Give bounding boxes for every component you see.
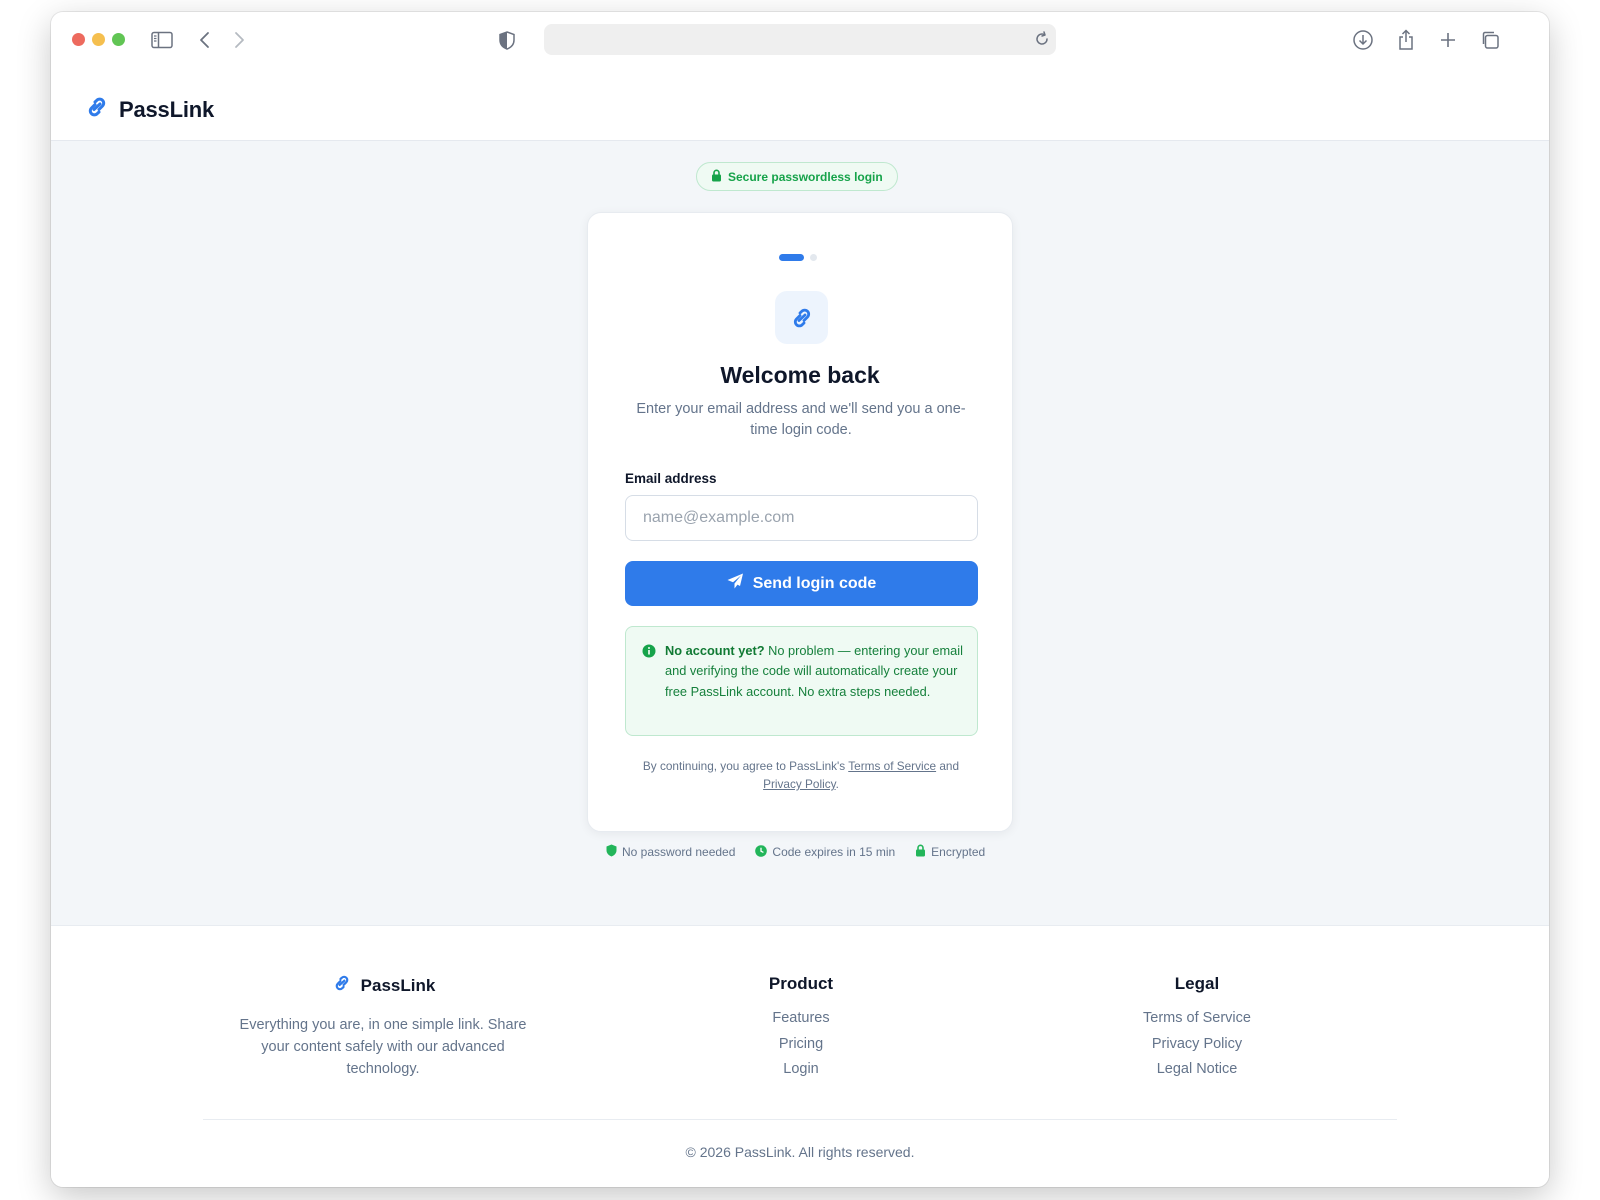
back-icon[interactable]: [192, 27, 218, 53]
no-account-notice: No account yet? No problem — entering yo…: [625, 626, 978, 736]
email-label: Email address: [625, 471, 717, 486]
footer-legal-heading: Legal: [1174, 974, 1220, 993]
secure-badge-label: Secure passwordless login: [728, 169, 883, 184]
privacy-policy-link[interactable]: Privacy Policy: [763, 777, 836, 791]
secure-login-badge: Secure passwordless login: [696, 162, 898, 191]
minimize-window-button[interactable]: [92, 33, 105, 46]
terms-of-service-link[interactable]: Terms of Service: [848, 759, 936, 773]
footer-brand-name: PassLink: [360, 975, 436, 995]
step-2-indicator: [810, 254, 817, 261]
card-subtitle: Enter your email address and we'll send …: [636, 401, 966, 438]
brand-name: PassLink: [119, 96, 215, 122]
send-button-label: Send login code: [752, 574, 877, 592]
link-icon: [331, 974, 353, 997]
clock-icon: [755, 844, 768, 860]
shield-icon: [606, 844, 617, 860]
footer-legal-column: Legal Terms of Service Privacy Policy Le…: [1087, 974, 1307, 1079]
address-bar[interactable]: [544, 24, 1056, 55]
sidebar-icon[interactable]: [149, 27, 175, 53]
tabs-overview-icon[interactable]: [1477, 27, 1503, 53]
email-input[interactable]: [625, 495, 978, 541]
footer-link-legal-notice[interactable]: Legal Notice: [1087, 1060, 1307, 1079]
feature-item: Encrypted: [915, 844, 985, 860]
close-window-button[interactable]: [72, 33, 85, 46]
share-icon[interactable]: [1393, 27, 1419, 53]
feature-label: No password needed: [622, 845, 736, 859]
browser-window: PassLink Secure passwordless login Welco…: [51, 12, 1549, 1187]
footer-product-heading: Product: [768, 974, 834, 993]
footer-link-login[interactable]: Login: [701, 1060, 901, 1079]
footer-brand[interactable]: PassLink: [233, 974, 533, 997]
new-tab-icon[interactable]: [1435, 27, 1461, 53]
step-1-indicator: [779, 254, 804, 261]
feature-item: Code expires in 15 min: [755, 844, 895, 860]
login-card: Welcome back Enter your email address an…: [587, 212, 1013, 832]
forward-icon[interactable]: [226, 27, 252, 53]
footer-link-terms[interactable]: Terms of Service: [1087, 1009, 1307, 1028]
lock-icon: [711, 169, 722, 185]
info-strong: No account yet?: [665, 643, 765, 658]
site-footer: PassLink Everything you are, in one simp…: [51, 925, 1549, 1187]
legal-suffix: .: [835, 777, 839, 791]
card-title: Welcome back: [720, 362, 880, 388]
zoom-window-button[interactable]: [112, 33, 125, 46]
feature-list: No password needed Code expires in 15 mi…: [606, 844, 985, 860]
brand-logo[interactable]: PassLink: [83, 96, 214, 123]
footer-legal-links: Terms of Service Privacy Policy Legal No…: [1087, 1009, 1307, 1079]
footer-link-privacy[interactable]: Privacy Policy: [1087, 1035, 1307, 1054]
footer-link-pricing[interactable]: Pricing: [701, 1035, 901, 1054]
privacy-shield-icon[interactable]: [494, 27, 520, 53]
legal-prefix: By continuing, you agree to PassLink's: [642, 759, 849, 773]
link-icon: [83, 96, 111, 123]
site-header: PassLink: [51, 66, 1549, 141]
feature-label: Encrypted: [931, 845, 986, 859]
copyright-text: © 2026 PassLink. All rights reserved.: [685, 1144, 915, 1160]
feature-item: No password needed: [606, 844, 735, 860]
info-icon: [642, 644, 656, 664]
legal-and: and: [936, 759, 960, 773]
paper-plane-icon: [727, 573, 744, 594]
browser-toolbar: [51, 12, 1549, 66]
footer-divider: [203, 1119, 1397, 1120]
card-link-icon: [775, 291, 828, 344]
footer-link-features[interactable]: Features: [701, 1009, 901, 1028]
step-indicator: [779, 254, 817, 261]
footer-description: Everything you are, in one simple link. …: [239, 1017, 527, 1077]
footer-brand-column: PassLink Everything you are, in one simp…: [233, 974, 533, 1080]
download-icon[interactable]: [1350, 27, 1376, 53]
footer-product-links: Features Pricing Login: [701, 1009, 901, 1079]
feature-label: Code expires in 15 min: [772, 845, 896, 859]
legal-agreement: By continuing, you agree to PassLink's T…: [618, 757, 984, 793]
lock-icon: [915, 844, 926, 860]
send-login-code-button[interactable]: Send login code: [625, 561, 978, 606]
reload-icon[interactable]: [1034, 31, 1050, 52]
footer-product-column: Product Features Pricing Login: [701, 974, 901, 1079]
